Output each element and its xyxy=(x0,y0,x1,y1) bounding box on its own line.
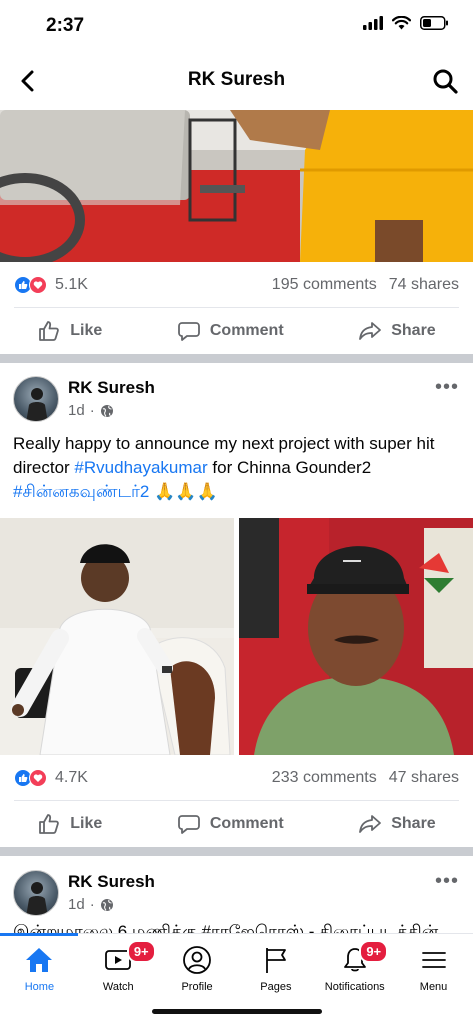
post-header: RK Suresh 1d · ••• xyxy=(0,376,473,436)
avatar[interactable] xyxy=(13,376,59,422)
post-stats: 4.7K 233 comments 47 shares xyxy=(0,755,473,801)
post-meta: 1d · xyxy=(68,402,114,419)
comment-icon xyxy=(177,815,200,834)
status-icons xyxy=(363,16,449,30)
share-arrow-icon xyxy=(359,815,382,833)
tab-label: Notifications xyxy=(324,981,385,993)
comments-count[interactable]: 233 comments xyxy=(272,769,377,787)
flag-icon xyxy=(265,948,286,973)
home-icon xyxy=(26,948,53,972)
comment-button[interactable]: Comment xyxy=(177,319,284,343)
hamburger-menu-icon xyxy=(421,952,446,968)
like-label: Like xyxy=(70,322,103,339)
post-actions: Like Comment Share xyxy=(0,308,473,354)
like-button[interactable]: Like xyxy=(37,319,102,343)
share-button[interactable]: Share xyxy=(358,812,436,836)
more-options-icon[interactable]: ••• xyxy=(435,376,459,399)
page-title: RK Suresh xyxy=(187,69,286,90)
like-label: Like xyxy=(70,815,103,832)
thumbs-up-icon xyxy=(39,321,60,341)
post-text: இன்றுமாலை 6 மணிக்கு #ராஜேரொஸ் - திரைப்பட… xyxy=(13,922,439,934)
post-stats: 5.1K 195 comments 74 shares xyxy=(0,262,473,308)
comment-label: Comment xyxy=(209,322,284,339)
more-options-icon[interactable]: ••• xyxy=(435,870,459,893)
page-header: RK Suresh xyxy=(0,55,473,107)
tab-pages[interactable]: Pages xyxy=(236,934,315,993)
post-photo-left[interactable] xyxy=(0,518,235,755)
comment-button[interactable]: Comment xyxy=(177,812,284,836)
post-photo-right[interactable] xyxy=(238,518,473,755)
home-indicator[interactable] xyxy=(152,1009,322,1014)
share-arrow-icon xyxy=(359,322,382,340)
wifi-icon xyxy=(392,16,411,30)
comment-label: Comment xyxy=(209,815,284,832)
post-separator xyxy=(0,354,473,363)
notification-badge: 9+ xyxy=(359,940,389,963)
shares-count[interactable]: 47 shares xyxy=(389,769,459,787)
tab-label: Home xyxy=(24,981,55,993)
tab-watch[interactable]: 9+ Watch xyxy=(79,934,158,993)
post-photos xyxy=(0,518,473,755)
share-label: Share xyxy=(391,815,436,832)
post-time[interactable]: 1d xyxy=(68,896,85,913)
tab-label: Profile xyxy=(181,981,213,993)
shares-count[interactable]: 74 shares xyxy=(389,276,459,294)
signal-icon xyxy=(363,16,383,30)
post-image-top[interactable] xyxy=(0,110,473,262)
thumbs-up-icon xyxy=(39,814,60,834)
profile-icon xyxy=(183,946,211,974)
status-time: 2:37 xyxy=(46,15,85,36)
notification-badge: 9+ xyxy=(126,940,156,963)
globe-icon xyxy=(100,898,113,911)
post-author[interactable]: RK Suresh xyxy=(68,378,155,398)
tab-label: Watch xyxy=(102,981,134,993)
comments-count[interactable]: 195 comments xyxy=(272,276,377,294)
tab-profile[interactable]: Profile xyxy=(158,934,237,993)
tab-label: Pages xyxy=(260,981,292,993)
hashtag-link[interactable]: #Rvudhayakumar xyxy=(74,458,207,477)
post-author[interactable]: RK Suresh xyxy=(68,872,155,892)
reactions[interactable]: 4.7K xyxy=(14,769,88,787)
post-meta: 1d · xyxy=(68,896,114,913)
tab-label: Menu xyxy=(419,981,448,993)
share-label: Share xyxy=(391,322,436,339)
hashtag-link[interactable]: #சின்னகவுண்டர்2 xyxy=(13,482,149,501)
post-text-tail: for Chinna Gounder2 xyxy=(207,458,372,477)
love-reaction-icon xyxy=(29,276,47,294)
reaction-count: 4.7K xyxy=(55,769,88,786)
like-button[interactable]: Like xyxy=(37,812,102,836)
post-separator xyxy=(0,847,473,856)
prayer-emoji: 🙏🙏🙏 xyxy=(154,482,218,501)
tab-home[interactable]: Home xyxy=(0,934,79,993)
auto-rickshaw-photo xyxy=(0,110,473,262)
reaction-count: 5.1K xyxy=(55,276,88,293)
battery-icon xyxy=(420,16,448,30)
status-bar: 2:37 xyxy=(0,0,473,50)
tab-notifications[interactable]: 9+ Notifications xyxy=(315,934,394,993)
tab-menu[interactable]: Menu xyxy=(394,934,473,993)
post-time[interactable]: 1d xyxy=(68,402,85,419)
love-reaction-icon xyxy=(29,769,47,787)
reactions[interactable]: 5.1K xyxy=(14,276,88,294)
post-text: Really happy to announce my next project… xyxy=(13,432,463,504)
post-actions: Like Comment Share xyxy=(0,801,473,847)
avatar[interactable] xyxy=(13,870,59,916)
globe-icon xyxy=(100,404,113,417)
share-button[interactable]: Share xyxy=(358,319,436,343)
search-icon[interactable] xyxy=(431,67,459,95)
comment-icon xyxy=(177,322,200,341)
